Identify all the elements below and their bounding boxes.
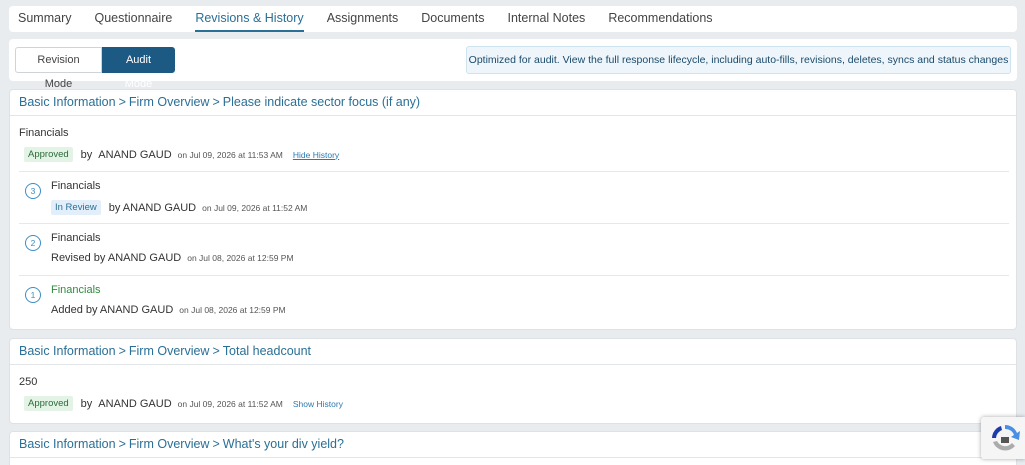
answer-meta: Approved by ANAND GAUD on Jul 09, 2026 a… (24, 396, 343, 411)
revision-value: Financials (51, 232, 101, 244)
revision-mode-button[interactable]: Revision Mode (15, 47, 102, 90)
audit-mode-info-banner: Optimized for audit. View the full respo… (466, 46, 1011, 74)
mode-toggle: Revision Mode Audit Mode (15, 47, 175, 90)
breadcrumb-section[interactable]: Basic Information (19, 95, 116, 109)
timestamp: on Jul 09, 2026 at 11:53 AM (177, 149, 283, 160)
revision-action: Revised by ANAND GAUD (51, 252, 182, 264)
breadcrumb-section[interactable]: Basic Information (19, 437, 116, 451)
current-answer: 250 (19, 376, 38, 388)
question-card: Basic Information > Firm Overview > Total he… (9, 338, 1017, 424)
breadcrumb-subsection[interactable]: Firm Overview (129, 344, 210, 358)
mode-bar: Revision Mode Audit Mode Optimized for a… (9, 39, 1017, 90)
tab-bar: Summary Questionnaire Revisions & Histor… (9, 6, 1017, 32)
user-name: ANAND GAUD (98, 148, 172, 161)
by-label: by (80, 397, 93, 410)
breadcrumb: Basic Information > Firm Overview > Please i… (10, 90, 1016, 116)
revision-number: 2 (25, 235, 41, 251)
tab-summary[interactable]: Summary (18, 6, 71, 32)
tab-documents[interactable]: Documents (421, 6, 484, 32)
question-card: Basic Information > Firm Overview > What's y… (9, 431, 1017, 465)
revision-number: 3 (25, 183, 41, 199)
current-answer: Financials (19, 127, 69, 139)
breadcrumb-question[interactable]: Please indicate sector focus (if any) (223, 95, 420, 109)
breadcrumb-question[interactable]: What's your div yield? (223, 437, 344, 451)
revision-number: 1 (25, 287, 41, 303)
tab-revisions-history[interactable]: Revisions & History (195, 6, 304, 32)
tab-internal-notes[interactable]: Internal Notes (507, 6, 585, 32)
revision-action: by ANAND GAUD (108, 201, 197, 214)
recaptcha-badge[interactable] (981, 417, 1025, 459)
revision-item: 2 Financials Revised by ANAND GAUD on Ju… (19, 223, 1009, 275)
revision-meta: Revised by ANAND GAUD on Jul 08, 2026 at… (51, 252, 304, 264)
tab-questionnaire[interactable]: Questionnaire (94, 6, 172, 32)
breadcrumb-separator: > (212, 344, 220, 358)
breadcrumb-separator: > (118, 437, 126, 451)
revision-meta: In Review by ANAND GAUD on Jul 09, 2026 … (51, 200, 317, 215)
status-badge: Approved (24, 396, 73, 411)
breadcrumb-separator: > (118, 344, 126, 358)
status-badge: Approved (24, 147, 73, 162)
revision-item: 1 Financials Added by ANAND GAUD on Jul … (19, 275, 1009, 327)
breadcrumb-subsection[interactable]: Firm Overview (129, 95, 210, 109)
answer-meta: Approved by ANAND GAUD on Jul 09, 2026 a… (24, 147, 339, 162)
by-label: by (80, 148, 93, 161)
revision-meta: Added by ANAND GAUD on Jul 08, 2026 at 1… (51, 304, 296, 316)
revision-item: 3 Financials In Review by ANAND GAUD on … (19, 171, 1009, 223)
hide-history-link[interactable]: Hide History (293, 150, 339, 160)
revision-value: Financials (51, 284, 101, 296)
audit-mode-button[interactable]: Audit Mode (102, 47, 175, 90)
breadcrumb-separator: > (118, 95, 126, 109)
timestamp: on Jul 08, 2026 at 12:59 PM (187, 253, 294, 263)
revision-value: Financials (51, 180, 101, 192)
breadcrumb: Basic Information > Firm Overview > What's y… (10, 432, 1016, 458)
show-history-link[interactable]: Show History (293, 399, 343, 409)
question-card: Basic Information > Firm Overview > Please i… (9, 89, 1017, 330)
breadcrumb-subsection[interactable]: Firm Overview (129, 437, 210, 451)
breadcrumb-separator: > (212, 95, 220, 109)
status-badge: In Review (51, 200, 101, 215)
recaptcha-icon (992, 425, 1020, 451)
breadcrumb: Basic Information > Firm Overview > Total he… (10, 339, 1016, 365)
tab-recommendations[interactable]: Recommendations (608, 6, 712, 32)
breadcrumb-section[interactable]: Basic Information (19, 344, 116, 358)
user-name: ANAND GAUD (98, 397, 172, 410)
timestamp: on Jul 09, 2026 at 11:52 AM (177, 398, 283, 409)
breadcrumb-question[interactable]: Total headcount (223, 344, 311, 358)
breadcrumb-separator: > (212, 437, 220, 451)
revision-action: Added by ANAND GAUD (51, 304, 174, 316)
timestamp: on Jul 08, 2026 at 12:59 PM (179, 305, 286, 315)
tab-assignments[interactable]: Assignments (327, 6, 399, 32)
timestamp: on Jul 09, 2026 at 11:52 AM (202, 202, 308, 213)
